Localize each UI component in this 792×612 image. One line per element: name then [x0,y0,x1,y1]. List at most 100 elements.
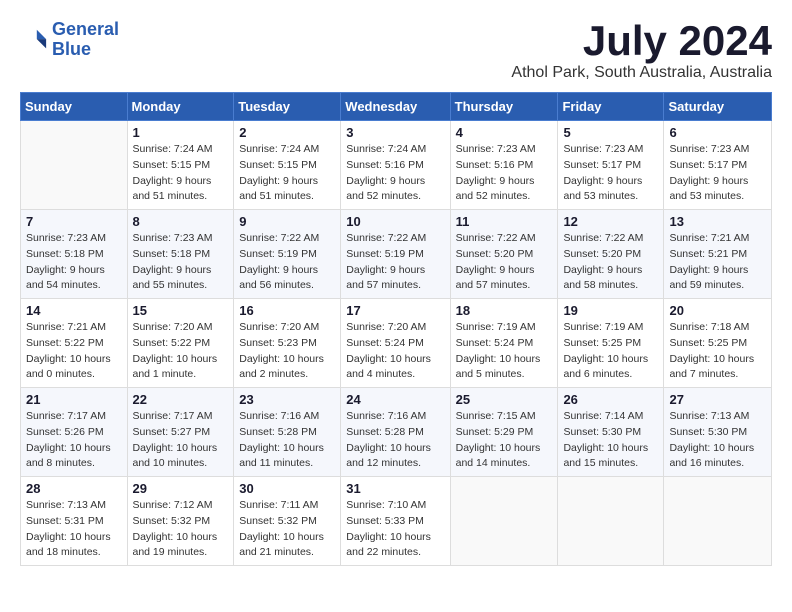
day-number: 5 [563,125,658,140]
day-number: 13 [669,214,766,229]
day-number: 16 [239,303,335,318]
logo-text: General Blue [52,20,119,60]
day-number: 2 [239,125,335,140]
day-info: Sunrise: 7:21 AMSunset: 5:22 PMDaylight:… [26,320,122,383]
day-info: Sunrise: 7:20 AMSunset: 5:22 PMDaylight:… [133,320,229,383]
day-info: Sunrise: 7:23 AMSunset: 5:18 PMDaylight:… [133,231,229,294]
day-number: 22 [133,392,229,407]
logo-line2: Blue [52,39,91,59]
day-number: 25 [456,392,553,407]
day-number: 6 [669,125,766,140]
calendar-cell: 28Sunrise: 7:13 AMSunset: 5:31 PMDayligh… [21,477,128,566]
calendar-cell: 30Sunrise: 7:11 AMSunset: 5:32 PMDayligh… [234,477,341,566]
day-info: Sunrise: 7:22 AMSunset: 5:19 PMDaylight:… [346,231,444,294]
day-number: 19 [563,303,658,318]
day-info: Sunrise: 7:12 AMSunset: 5:32 PMDaylight:… [133,498,229,561]
day-number: 14 [26,303,122,318]
week-row-1: 1 Sunrise: 7:24 AMSunset: 5:15 PMDaylight… [21,121,772,210]
day-info: Sunrise: 7:24 AMSunset: 5:16 PMDaylight:… [346,142,444,205]
day-number: 18 [456,303,553,318]
calendar-cell: 17 Sunrise: 7:20 AMSunset: 5:24 PMDayligh… [341,299,450,388]
day-number: 17 [346,303,444,318]
page-container: General Blue July 2024 Athol Park, South… [20,20,772,566]
calendar-cell: 1Sunrise: 7:24 AMSunset: 5:15 PMDaylight… [127,121,234,210]
calendar-cell: 13 Sunrise: 7:21 AMSunset: 5:21 PMDayligh… [664,210,772,299]
day-number: 29 [133,481,229,496]
day-info: Sunrise: 7:23 AMSunset: 5:17 PMDaylight:… [669,142,766,205]
calendar-cell [21,121,128,210]
calendar-cell: 25 Sunrise: 7:15 AMSunset: 5:29 PMDayligh… [450,388,558,477]
day-number: 21 [26,392,122,407]
day-info: Sunrise: 7:16 AMSunset: 5:28 PMDaylight:… [346,409,444,472]
calendar-cell [664,477,772,566]
calendar-cell: 27Sunrise: 7:13 AMSunset: 5:30 PMDayligh… [664,388,772,477]
day-info: Sunrise: 7:20 AMSunset: 5:24 PMDaylight:… [346,320,444,383]
day-number: 10 [346,214,444,229]
day-info: Sunrise: 7:13 AMSunset: 5:30 PMDaylight:… [669,409,766,472]
day-info: Sunrise: 7:18 AMSunset: 5:25 PMDaylight:… [669,320,766,383]
calendar-cell [558,477,664,566]
day-number: 20 [669,303,766,318]
logo-line1: General [52,19,119,39]
day-info: Sunrise: 7:23 AMSunset: 5:17 PMDaylight:… [563,142,658,205]
calendar-cell: 26Sunrise: 7:14 AMSunset: 5:30 PMDayligh… [558,388,664,477]
day-info: Sunrise: 7:10 AMSunset: 5:33 PMDaylight:… [346,498,444,561]
calendar-cell: 14 Sunrise: 7:21 AMSunset: 5:22 PMDayligh… [21,299,128,388]
day-number: 9 [239,214,335,229]
calendar-cell: 24Sunrise: 7:16 AMSunset: 5:28 PMDayligh… [341,388,450,477]
header-day-saturday: Saturday [664,93,772,121]
day-number: 8 [133,214,229,229]
day-info: Sunrise: 7:19 AMSunset: 5:24 PMDaylight:… [456,320,553,383]
logo: General Blue [20,20,119,60]
day-info: Sunrise: 7:17 AMSunset: 5:27 PMDaylight:… [133,409,229,472]
calendar-cell: 3 Sunrise: 7:24 AMSunset: 5:16 PMDaylight… [341,121,450,210]
calendar-cell: 18 Sunrise: 7:19 AMSunset: 5:24 PMDayligh… [450,299,558,388]
day-info: Sunrise: 7:13 AMSunset: 5:31 PMDaylight:… [26,498,122,561]
week-row-2: 7 Sunrise: 7:23 AMSunset: 5:18 PMDaylight… [21,210,772,299]
day-info: Sunrise: 7:16 AMSunset: 5:28 PMDaylight:… [239,409,335,472]
week-row-3: 14 Sunrise: 7:21 AMSunset: 5:22 PMDayligh… [21,299,772,388]
logo-icon [20,26,48,54]
day-number: 23 [239,392,335,407]
day-info: Sunrise: 7:15 AMSunset: 5:29 PMDaylight:… [456,409,553,472]
calendar-cell: 23 Sunrise: 7:16 AMSunset: 5:28 PMDayligh… [234,388,341,477]
header-day-tuesday: Tuesday [234,93,341,121]
location-title: Athol Park, South Australia, Australia [511,64,772,82]
day-info: Sunrise: 7:19 AMSunset: 5:25 PMDaylight:… [563,320,658,383]
day-number: 3 [346,125,444,140]
day-info: Sunrise: 7:23 AMSunset: 5:16 PMDaylight:… [456,142,553,205]
header-day-friday: Friday [558,93,664,121]
header: General Blue July 2024 Athol Park, South… [20,20,772,82]
calendar-cell: 20 Sunrise: 7:18 AMSunset: 5:25 PMDayligh… [664,299,772,388]
calendar-cell: 10 Sunrise: 7:22 AMSunset: 5:19 PMDayligh… [341,210,450,299]
day-info: Sunrise: 7:22 AMSunset: 5:19 PMDaylight:… [239,231,335,294]
calendar-cell: 12Sunrise: 7:22 AMSunset: 5:20 PMDayligh… [558,210,664,299]
day-number: 30 [239,481,335,496]
calendar-cell: 9 Sunrise: 7:22 AMSunset: 5:19 PMDaylight… [234,210,341,299]
title-block: July 2024 Athol Park, South Australia, A… [511,20,772,82]
day-info: Sunrise: 7:17 AMSunset: 5:26 PMDaylight:… [26,409,122,472]
calendar-cell: 5 Sunrise: 7:23 AMSunset: 5:17 PMDaylight… [558,121,664,210]
day-info: Sunrise: 7:14 AMSunset: 5:30 PMDaylight:… [563,409,658,472]
day-number: 11 [456,214,553,229]
calendar-cell [450,477,558,566]
day-number: 31 [346,481,444,496]
calendar-table: SundayMondayTuesdayWednesdayThursdayFrid… [20,92,772,566]
month-title: July 2024 [511,20,772,62]
calendar-cell: 2 Sunrise: 7:24 AMSunset: 5:15 PMDaylight… [234,121,341,210]
day-info: Sunrise: 7:20 AMSunset: 5:23 PMDaylight:… [239,320,335,383]
header-day-sunday: Sunday [21,93,128,121]
header-day-wednesday: Wednesday [341,93,450,121]
calendar-cell: 16 Sunrise: 7:20 AMSunset: 5:23 PMDayligh… [234,299,341,388]
day-info: Sunrise: 7:22 AMSunset: 5:20 PMDaylight:… [563,231,658,294]
calendar-cell: 6 Sunrise: 7:23 AMSunset: 5:17 PMDaylight… [664,121,772,210]
header-day-monday: Monday [127,93,234,121]
day-info: Sunrise: 7:24 AMSunset: 5:15 PMDaylight:… [239,142,335,205]
day-number: 7 [26,214,122,229]
day-info: Sunrise: 7:23 AMSunset: 5:18 PMDaylight:… [26,231,122,294]
day-info: Sunrise: 7:21 AMSunset: 5:21 PMDaylight:… [669,231,766,294]
day-number: 1 [133,125,229,140]
calendar-cell: 15Sunrise: 7:20 AMSunset: 5:22 PMDayligh… [127,299,234,388]
week-row-5: 28Sunrise: 7:13 AMSunset: 5:31 PMDayligh… [21,477,772,566]
calendar-cell: 19 Sunrise: 7:19 AMSunset: 5:25 PMDayligh… [558,299,664,388]
